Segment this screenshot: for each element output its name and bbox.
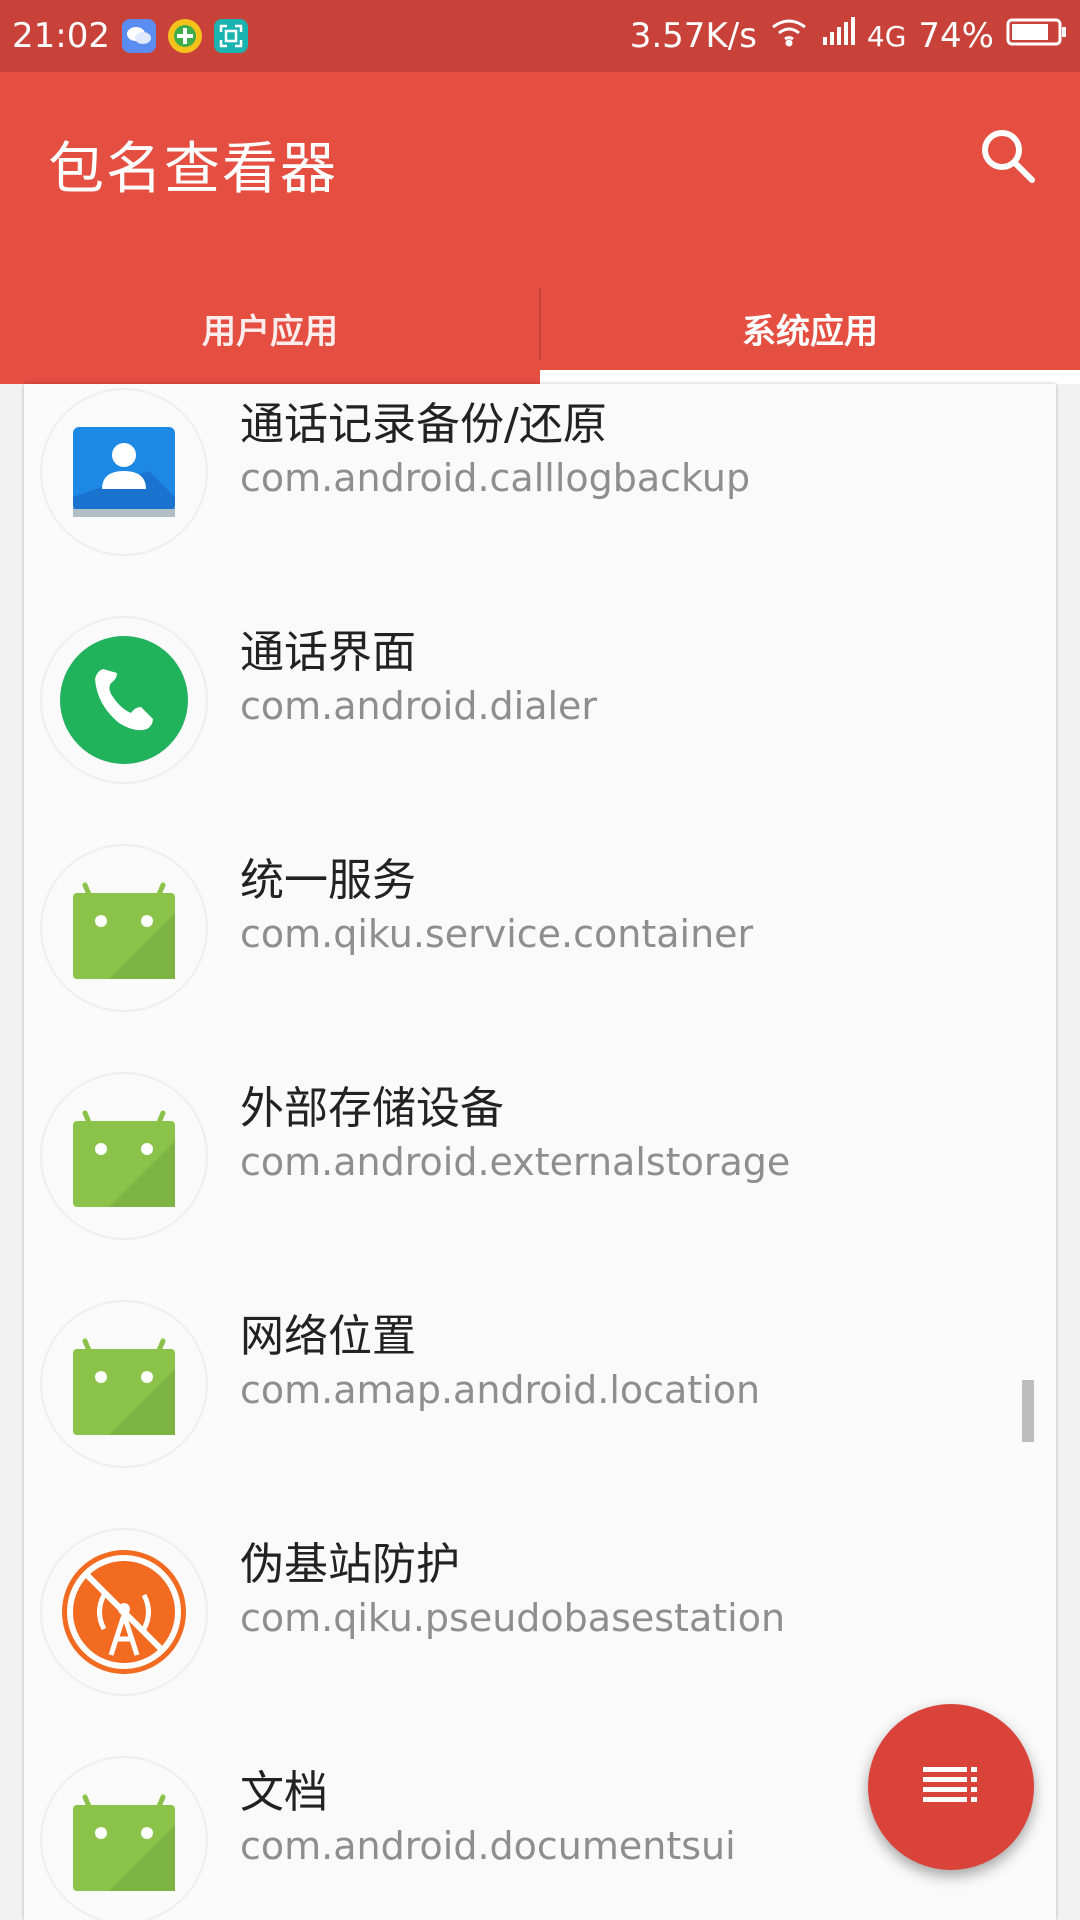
phone-icon (42, 618, 206, 782)
app-package: com.qiku.pseudobasestation (240, 1596, 786, 1640)
clock: 21:02 (12, 16, 110, 56)
app-name: 统一服务 (240, 855, 416, 906)
tab-system-apps[interactable]: 系统应用 (540, 272, 1080, 384)
network-type: 4G (866, 19, 907, 53)
tab-indicator (540, 370, 1080, 384)
plus-app-icon (167, 19, 202, 53)
app-package: com.android.documentsui (240, 1824, 736, 1868)
status-bar: 21:02 3.57K/s 4G 74% (0, 0, 1080, 72)
menu-sort-icon (921, 1765, 981, 1809)
tab-label: 系统应用 (742, 311, 878, 352)
app-name: 文档 (240, 1767, 328, 1818)
list-item[interactable]: 通话记录备份/还原 com.android.calllogbackup (24, 384, 1056, 586)
android-icon (42, 846, 206, 1010)
antenna-block-icon (42, 1530, 206, 1694)
status-bar-left: 21:02 (12, 16, 248, 56)
signal-icon (821, 16, 855, 56)
android-icon (42, 1758, 206, 1920)
app-package: com.android.calllogbackup (240, 456, 751, 500)
tab-bar: 用户应用 系统应用 (0, 272, 1080, 384)
tab-label: 用户应用 (202, 311, 338, 352)
list-item[interactable]: 伪基站防护 com.qiku.pseudobasestation (24, 1498, 1056, 1726)
app-name: 网络位置 (240, 1311, 416, 1362)
contact-backup-icon (42, 390, 206, 554)
scan-icon (213, 19, 248, 53)
wifi-icon (769, 16, 809, 56)
app-package: com.qiku.service.container (240, 912, 754, 956)
app-package: com.android.externalstorage (240, 1140, 791, 1184)
battery-percent: 74% (918, 16, 994, 56)
search-icon[interactable] (976, 124, 1040, 188)
sort-menu-button[interactable] (868, 1704, 1034, 1870)
wechat-icon (121, 19, 156, 53)
page-title: 包名查看器 (48, 137, 338, 202)
app-package: com.android.dialer (240, 684, 598, 728)
status-bar-right: 3.57K/s 4G 74% (630, 16, 1068, 56)
app-bar: 包名查看器 用户应用 系统应用 (0, 72, 1080, 384)
app-name: 通话记录备份/还原 (240, 399, 607, 450)
scrollbar[interactable] (1022, 1380, 1034, 1442)
app-name: 伪基站防护 (240, 1539, 460, 1590)
list-item[interactable]: 通话界面 com.android.dialer (24, 586, 1056, 814)
tab-user-apps[interactable]: 用户应用 (0, 272, 540, 384)
android-icon (42, 1074, 206, 1238)
app-list: 通话记录备份/还原 com.android.calllogbackup 通话界面… (24, 384, 1056, 1920)
tab-divider (539, 288, 541, 360)
net-speed: 3.57K/s (629, 16, 757, 56)
app-package: com.amap.android.location (240, 1368, 761, 1412)
app-name: 外部存储设备 (240, 1083, 504, 1134)
list-item[interactable]: 统一服务 com.qiku.service.container (24, 814, 1056, 1042)
battery-icon (1006, 16, 1068, 56)
list-item[interactable]: 外部存储设备 com.android.externalstorage (24, 1042, 1056, 1270)
android-icon (42, 1302, 206, 1466)
app-name: 通话界面 (240, 627, 416, 678)
list-item[interactable]: 网络位置 com.amap.android.location (24, 1270, 1056, 1498)
